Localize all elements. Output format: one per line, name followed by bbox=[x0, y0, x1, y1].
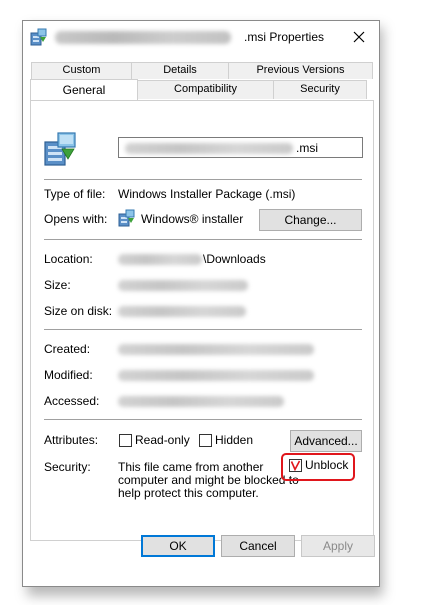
security-text-line-2: computer and might be blocked to bbox=[118, 473, 299, 487]
tab-previous-versions[interactable]: Previous Versions bbox=[228, 62, 373, 79]
tab-compatibility[interactable]: Compatibility bbox=[137, 80, 274, 99]
blurred-filename-value bbox=[125, 143, 293, 154]
msi-installer-icon bbox=[30, 28, 47, 46]
apply-button[interactable]: Apply bbox=[301, 535, 375, 557]
checkmark-icon bbox=[290, 460, 301, 471]
hidden-checkbox[interactable] bbox=[199, 434, 212, 447]
blurred-created bbox=[118, 344, 314, 355]
blurred-accessed bbox=[118, 396, 284, 407]
security-text-line-1: This file came from another bbox=[118, 460, 264, 474]
tab-security[interactable]: Security bbox=[273, 80, 367, 99]
blurred-modified bbox=[118, 370, 314, 381]
tab-custom[interactable]: Custom bbox=[31, 62, 132, 79]
close-button[interactable] bbox=[339, 21, 379, 53]
unblock-checkbox[interactable] bbox=[289, 459, 302, 472]
window-title: .msi Properties bbox=[244, 30, 325, 44]
size-on-disk-label: Size on disk: bbox=[44, 304, 113, 318]
blurred-size bbox=[118, 280, 248, 291]
blurred-location bbox=[118, 254, 202, 265]
readonly-label: Read-only bbox=[135, 433, 190, 447]
advanced-button[interactable]: Advanced... bbox=[290, 430, 362, 452]
tab-row-front: Compatibility Security bbox=[137, 80, 367, 99]
title-bar[interactable]: .msi Properties bbox=[23, 21, 379, 53]
ok-button[interactable]: OK bbox=[141, 535, 215, 557]
change-button[interactable]: Change... bbox=[259, 209, 362, 231]
separator bbox=[44, 239, 362, 240]
windows-installer-icon bbox=[118, 209, 135, 227]
tab-general[interactable]: General bbox=[30, 79, 138, 100]
tab-details[interactable]: Details bbox=[131, 62, 229, 79]
size-label: Size: bbox=[44, 278, 71, 292]
separator bbox=[44, 419, 362, 420]
filename-field[interactable]: .msi bbox=[118, 137, 363, 158]
separator bbox=[44, 329, 362, 330]
security-label: Security: bbox=[44, 460, 91, 474]
filename-extension: .msi bbox=[296, 141, 318, 155]
general-panel: .msi Type of file: Windows Installer Pac… bbox=[30, 100, 374, 541]
location-label: Location: bbox=[44, 252, 93, 266]
type-of-file-label: Type of file: bbox=[44, 187, 106, 201]
blurred-size-on-disk bbox=[118, 306, 246, 317]
properties-dialog: .msi Properties Custom Details Previous … bbox=[22, 20, 380, 587]
blurred-filename bbox=[55, 31, 231, 44]
attributes-label: Attributes: bbox=[44, 433, 99, 447]
close-icon bbox=[353, 31, 365, 43]
security-text-line-3: help protect this computer. bbox=[118, 486, 259, 500]
readonly-checkbox[interactable] bbox=[119, 434, 132, 447]
opens-with-value: Windows® installer bbox=[141, 212, 244, 226]
created-label: Created: bbox=[44, 342, 91, 356]
hidden-label: Hidden bbox=[215, 433, 254, 447]
unblock-label: Unblock bbox=[305, 458, 349, 472]
opens-with-label: Opens with: bbox=[44, 212, 108, 226]
location-value: \Downloads bbox=[203, 252, 266, 266]
cancel-button[interactable]: Cancel bbox=[221, 535, 295, 557]
type-of-file-value: Windows Installer Package (.msi) bbox=[118, 187, 296, 201]
accessed-label: Accessed: bbox=[44, 394, 100, 408]
tab-row-back: Custom Details Previous Versions bbox=[31, 62, 373, 79]
separator bbox=[44, 179, 362, 180]
modified-label: Modified: bbox=[44, 368, 93, 382]
msi-package-icon bbox=[44, 132, 76, 166]
